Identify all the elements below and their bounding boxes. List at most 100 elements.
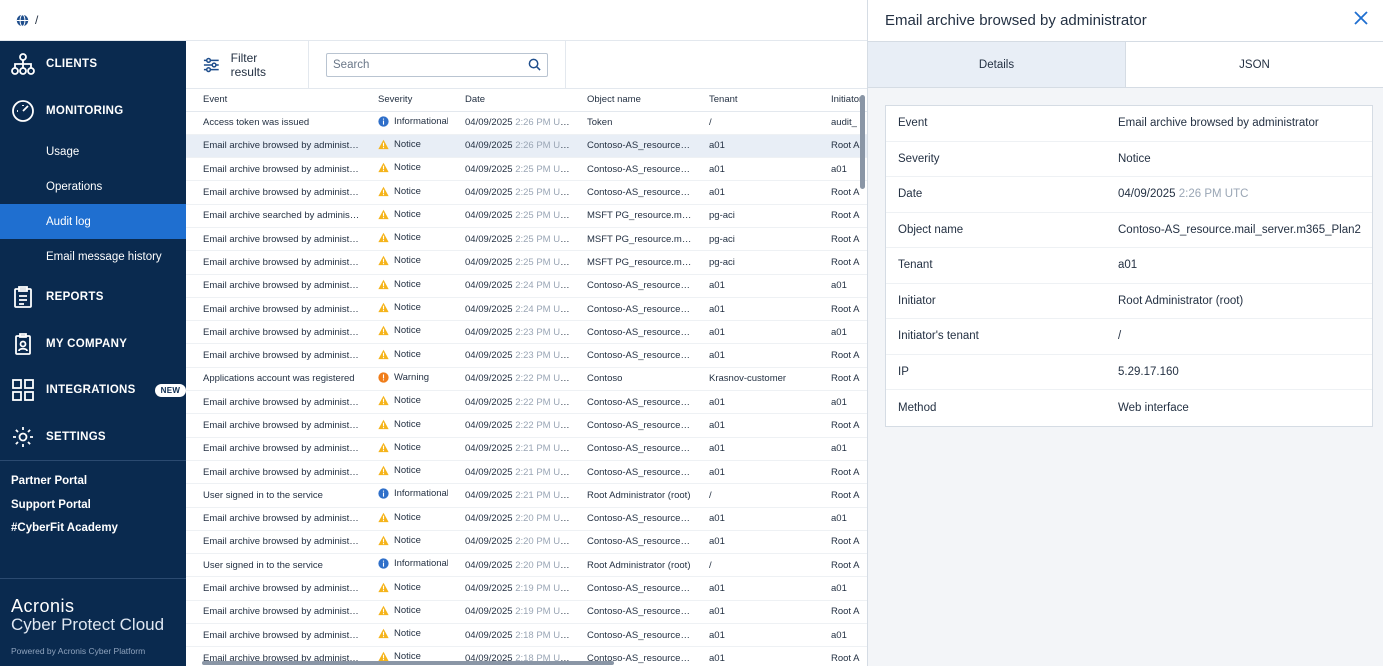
partner-portal-link[interactable]: Partner Portal: [11, 475, 186, 499]
globe-icon[interactable]: [16, 13, 29, 27]
warning-triangle-icon: [378, 628, 389, 639]
column-header-object-name[interactable]: Object name: [570, 89, 692, 112]
horizontal-scrollbar[interactable]: [202, 661, 614, 665]
sidebar-item-reports[interactable]: REPORTS: [0, 274, 186, 321]
cell-event: User signed in to the service: [186, 483, 361, 508]
table-row[interactable]: Email archive browsed by administrator No…: [186, 250, 867, 275]
cell-initiator: Root A: [814, 460, 867, 485]
support-portal-link[interactable]: Support Portal: [11, 499, 186, 523]
panel-tabs: Details JSON: [868, 41, 1383, 88]
cell-object-name: MSFT PG_resource.mail_s...: [570, 204, 692, 228]
table-row[interactable]: Email archive browsed by administrator No…: [186, 600, 867, 625]
warning-triangle-icon: [378, 605, 389, 615]
table-row[interactable]: Email archive browsed by administrator No…: [186, 274, 867, 298]
cell-tenant: a01: [692, 134, 814, 159]
cell-severity: Notice: [361, 180, 448, 205]
detail-time: 2:26 PM UTC: [1178, 188, 1249, 201]
cell-severity: Notice: [361, 343, 448, 368]
cell-date: 04/09/2025 2:20 PM UTC: [448, 553, 570, 578]
cell-date: 04/09/2025 2:22 PM UTC: [448, 413, 570, 438]
table-row[interactable]: Email archive browsed by administrator No…: [186, 390, 867, 415]
sidebar-item-integrations[interactable]: INTEGRATIONS NEW: [0, 367, 187, 414]
search-icon[interactable]: [528, 58, 541, 71]
cell-object-name: Contoso-AS_resource.ma...: [570, 134, 692, 159]
severity-badge: Informational: [378, 116, 448, 127]
sidebar-item-audit-log[interactable]: Audit log: [0, 204, 186, 239]
cyberfit-academy-link[interactable]: #CyberFit Academy: [11, 522, 186, 546]
severity-label: Informational: [394, 488, 448, 500]
cell-event: Email archive browsed by administrator: [186, 227, 361, 252]
sidebar-item-my-company[interactable]: MY COMPANY: [0, 321, 186, 368]
table-row[interactable]: Email archive searched by administrat...…: [186, 204, 867, 228]
cell-event: User signed in to the service: [186, 553, 361, 578]
severity-label: Notice: [394, 465, 421, 477]
table-row[interactable]: Email archive browsed by administrator No…: [186, 507, 867, 531]
brand-product: Cyber Protect Cloud: [11, 615, 165, 634]
sidebar-item-monitoring[interactable]: MONITORING: [0, 88, 186, 135]
table-row[interactable]: Email archive browsed by administrator No…: [186, 460, 867, 485]
detail-value: a01: [1118, 259, 1372, 271]
tab-details[interactable]: Details: [868, 42, 1125, 87]
column-header-event[interactable]: Event: [186, 89, 361, 112]
severity-badge: Notice: [378, 605, 421, 616]
close-icon[interactable]: [1353, 10, 1369, 26]
cell-date: 04/09/2025 2:21 PM UTC: [448, 437, 570, 461]
table-row[interactable]: Email archive browsed by administrator No…: [186, 227, 867, 252]
column-header-tenant[interactable]: Tenant: [692, 89, 814, 112]
table-row[interactable]: Access token was issued Informational 04/0…: [186, 111, 867, 135]
table-row[interactable]: Email archive browsed by administrator No…: [186, 180, 867, 205]
table-row[interactable]: Email archive browsed by administrator No…: [186, 623, 867, 648]
table-row[interactable]: Email archive browsed by administrator No…: [186, 343, 867, 368]
table-row[interactable]: User signed in to the service Information…: [186, 483, 867, 508]
warning-triangle-icon: [378, 186, 389, 196]
table-row[interactable]: Email archive browsed by administrator No…: [186, 413, 867, 438]
tab-json[interactable]: JSON: [1125, 42, 1383, 87]
sidebar-item-label: MONITORING: [46, 104, 124, 117]
date-value: 04/09/2025: [465, 559, 513, 571]
time-value: 2:26 PM UTC: [515, 140, 570, 152]
breadcrumb[interactable]: /: [35, 13, 38, 27]
sidebar-item-email-message-history[interactable]: Email message history: [0, 239, 186, 274]
cell-object-name: Contoso-AS_resource.ma...: [570, 623, 692, 648]
detail-value-text: 5.29.17.160: [1118, 365, 1179, 378]
brand-logo: Acronis Cyber Protect Cloud Powered by A…: [0, 578, 186, 666]
table-row[interactable]: Email archive browsed by administrator No…: [186, 437, 867, 461]
gear-icon: [13, 426, 33, 447]
table-row[interactable]: Email archive browsed by administrator No…: [186, 576, 867, 601]
cell-initiator: Root A: [814, 367, 867, 392]
cell-initiator: a01: [814, 320, 867, 345]
filter-results-button[interactable]: Filter results: [186, 40, 309, 89]
sidebar-item-settings[interactable]: SETTINGS: [0, 414, 186, 461]
severity-badge: Notice: [378, 582, 421, 593]
sidebar-item-operations[interactable]: Operations: [0, 169, 186, 204]
search-input[interactable]: [333, 58, 528, 71]
sidebar-item-usage[interactable]: Usage: [0, 134, 186, 169]
table-row[interactable]: User signed in to the service Information…: [186, 553, 867, 578]
cell-event: Email archive browsed by administrator: [186, 343, 361, 368]
table-row[interactable]: Email archive browsed by administrator No…: [186, 530, 867, 555]
column-header-severity[interactable]: Severity: [361, 89, 448, 112]
warning-triangle-icon: [378, 162, 389, 173]
table-row[interactable]: Email archive browsed by administrator No…: [186, 297, 867, 322]
date-value: 04/09/2025: [465, 140, 513, 152]
sidebar-item-clients[interactable]: CLIENTS: [0, 41, 186, 88]
table-row[interactable]: Applications account was registered Warni…: [186, 367, 867, 392]
severity-badge: Notice: [378, 279, 421, 290]
warning-triangle-icon: [378, 209, 389, 219]
cell-severity: Informational: [361, 553, 448, 578]
cell-initiator: Root A: [814, 250, 867, 275]
cell-initiator: Root A: [814, 553, 867, 578]
vertical-scrollbar[interactable]: [860, 95, 865, 189]
detail-label: Date: [898, 188, 923, 201]
cell-tenant: a01: [692, 600, 814, 625]
cell-object-name: Contoso-AS_resource.ma...: [570, 180, 692, 205]
table-row[interactable]: Email archive browsed by administrator No…: [186, 157, 867, 182]
time-value: 2:25 PM UTC: [515, 163, 570, 175]
table-row[interactable]: Email archive browsed by administrator No…: [186, 320, 867, 345]
table-row[interactable]: Email archive browsed by administrator No…: [186, 134, 867, 159]
time-value: 2:20 PM UTC: [515, 513, 570, 525]
column-header-date[interactable]: Date: [448, 89, 570, 112]
warning-triangle-icon: [378, 139, 389, 150]
date-value: 04/09/2025: [465, 583, 513, 595]
detail-value-text: Contoso-AS_resource.mail_server.m365_Pla…: [1118, 223, 1361, 236]
